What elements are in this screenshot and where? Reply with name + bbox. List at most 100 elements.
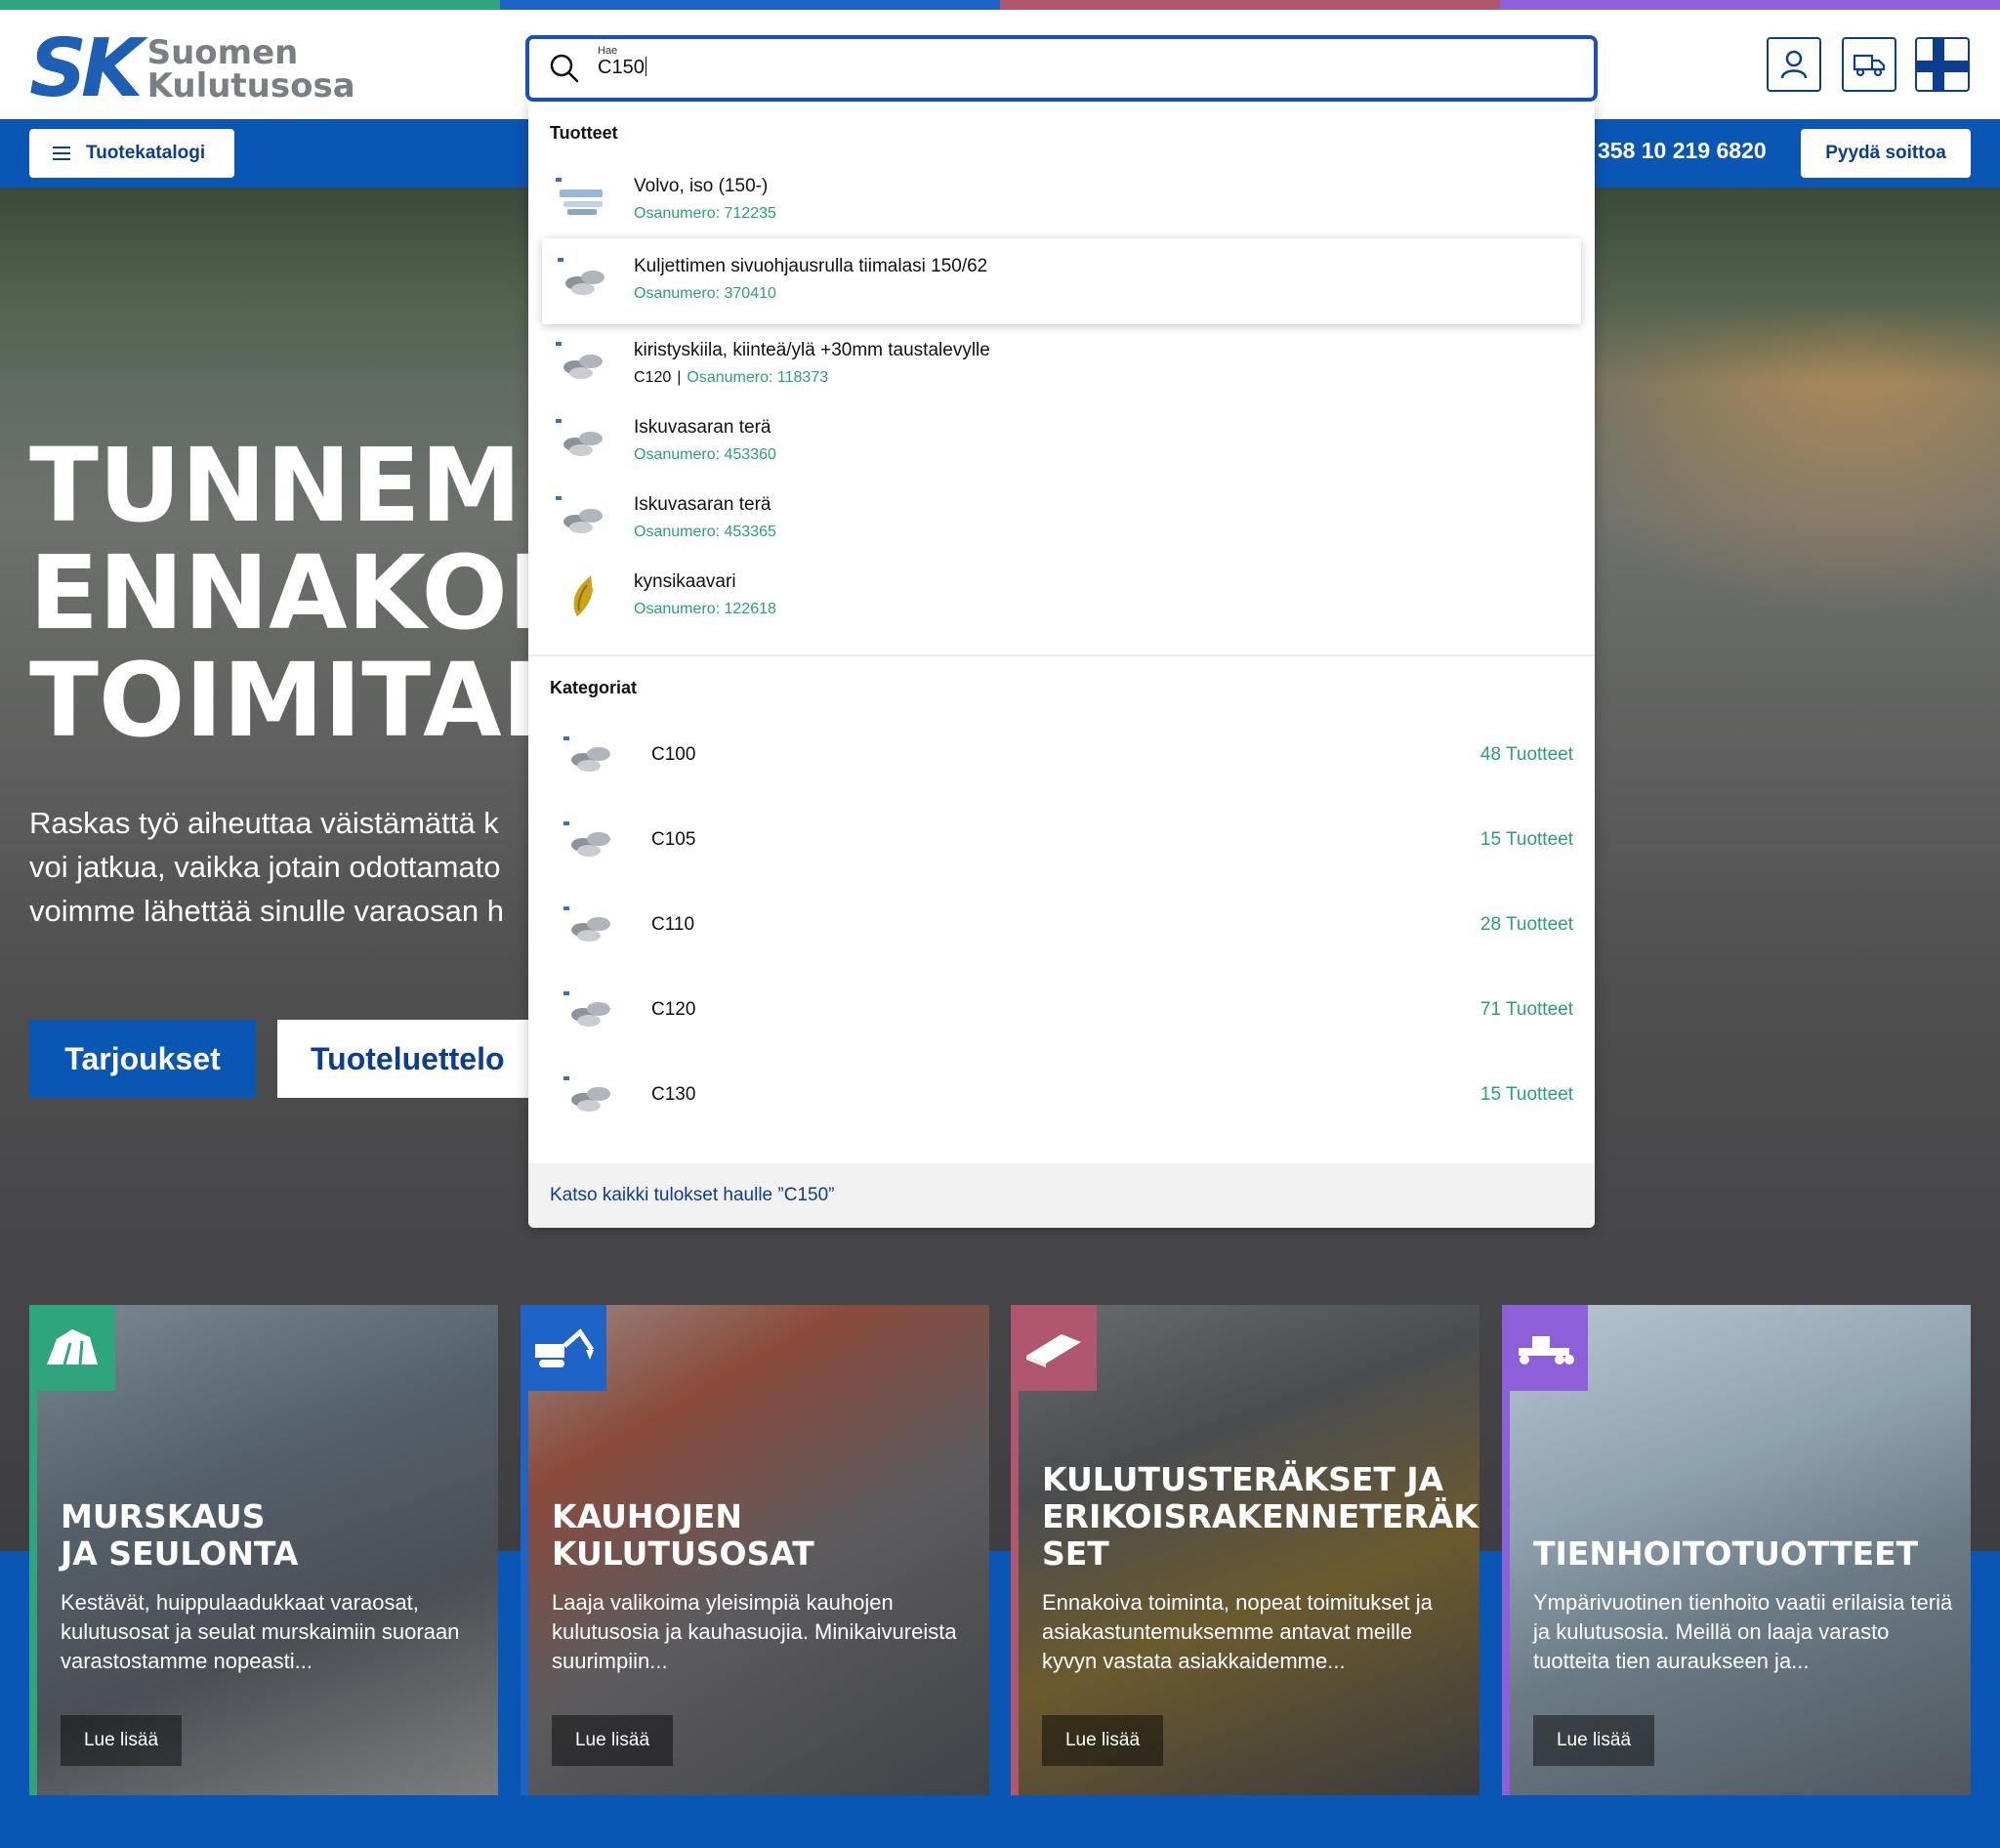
category-thumbnail xyxy=(563,906,610,942)
section-divider xyxy=(528,654,1595,656)
product-result-item[interactable]: Iskuvasaran terä Osanumero: 453360 xyxy=(528,403,1595,482)
menu-icon xyxy=(53,147,70,160)
logo-line-1: Suomen xyxy=(146,33,299,72)
category-card-road-maintenance[interactable]: TIENHOITOTUOTTEET Ympärivuotinen tienhoi… xyxy=(1502,1305,1971,1795)
crusher-rocks-icon xyxy=(29,1305,115,1391)
product-thumbnail xyxy=(573,575,593,616)
product-thumbnail xyxy=(556,178,603,215)
account-button[interactable] xyxy=(1767,37,1821,92)
hero-description: Raskas työ aiheuttaa väistämättä k voi j… xyxy=(29,801,529,933)
category-result-item[interactable]: C100 48 Tuotteet xyxy=(528,715,1595,799)
read-more-button[interactable]: Lue lisää xyxy=(1533,1715,1654,1766)
product-catalog-button[interactable]: Tuoteluettelo xyxy=(277,1020,529,1098)
see-all-results-link[interactable]: Katso kaikki tulokset haulle ”C150” xyxy=(550,1185,834,1206)
category-result-item[interactable]: C130 15 Tuotteet xyxy=(528,1055,1595,1139)
card-title: KULUTUSTERÄKSET JA ERIKOISRAKENNETERÄK S… xyxy=(1042,1460,1479,1573)
product-result-item-highlighted[interactable]: Kuljettimen sivuohjausrulla tiimalasi 15… xyxy=(542,238,1581,324)
product-name: kynsikaavari xyxy=(634,571,736,592)
product-name: Iskuvasaran terä xyxy=(634,494,771,515)
category-name: C130 xyxy=(651,1084,696,1105)
hero-title-line: TUNNEMI xyxy=(29,432,537,545)
logo-wordmark: Suomen Kulutusosa xyxy=(147,36,355,103)
see-all-results-bar: Katso kaikki tulokset haulle ”C150” xyxy=(528,1163,1595,1228)
phone-number[interactable]: 358 10 219 6820 xyxy=(1598,138,1767,164)
category-result-item[interactable]: C120 71 Tuotteet xyxy=(528,970,1595,1054)
category-count: 48 Tuotteet xyxy=(1479,744,1573,765)
category-thumbnail xyxy=(563,1076,610,1112)
product-thumbnail xyxy=(558,258,604,295)
product-result-item[interactable]: kynsikaavari Osanumero: 122618 xyxy=(528,558,1595,636)
brand-color-stripe xyxy=(0,0,2000,10)
offers-button[interactable]: Tarjoukset xyxy=(29,1020,256,1098)
category-thumbnail xyxy=(563,736,610,772)
read-more-button[interactable]: Lue lisää xyxy=(1042,1715,1163,1766)
search-query-text[interactable]: C150 xyxy=(598,57,646,79)
category-count: 15 Tuotteet xyxy=(1479,1084,1573,1105)
user-icon xyxy=(1780,50,1808,79)
card-title: TIENHOITOTUOTTEET xyxy=(1533,1534,1919,1573)
category-card-wear-steels[interactable]: KULUTUSTERÄKSET JA ERIKOISRAKENNETERÄK S… xyxy=(1011,1305,1479,1795)
category-name: C105 xyxy=(651,829,696,850)
category-count: 71 Tuotteet xyxy=(1479,999,1573,1020)
site-logo[interactable]: SK Suomen Kulutusosa xyxy=(29,22,355,115)
product-part-number: Osanumero: 122618 xyxy=(634,601,776,617)
read-more-button[interactable]: Lue lisää xyxy=(61,1715,182,1766)
card-description: Kestävät, huippulaadukkaat varaosat, kul… xyxy=(61,1590,460,1673)
card-description: Ympärivuotinen tienhoito vaatii erilaisi… xyxy=(1533,1590,1953,1673)
search-icon xyxy=(550,54,579,83)
product-part-number: C120 | Osanumero: 118373 xyxy=(634,369,829,386)
steel-plate-icon xyxy=(1011,1305,1097,1391)
read-more-button[interactable]: Lue lisää xyxy=(552,1715,673,1766)
category-card-crushing[interactable]: MURSKAUS JA SEULONTA Kestävät, huippulaa… xyxy=(29,1305,498,1795)
product-thumbnail xyxy=(556,419,603,456)
category-count: 15 Tuotteet xyxy=(1479,829,1573,850)
category-thumbnail xyxy=(563,991,610,1027)
product-result-item[interactable]: Iskuvasaran terä Osanumero: 453365 xyxy=(528,481,1595,559)
card-description: Laaja valikoima yleisimpiä kauhojen kulu… xyxy=(552,1590,957,1673)
product-result-item[interactable]: Volvo, iso (150-) Osanumero: 712235 xyxy=(528,162,1595,240)
product-part-number: Osanumero: 370410 xyxy=(634,285,776,302)
product-part-number: Osanumero: 453360 xyxy=(634,446,776,463)
search-floating-label: Hae xyxy=(598,45,618,57)
category-thumbnail xyxy=(563,821,610,857)
hero-title: TUNNEMI ENNAKOI TOIMITAM xyxy=(29,432,537,754)
category-count: 28 Tuotteet xyxy=(1479,914,1573,935)
hero-title-line: TOIMITAM xyxy=(29,641,537,754)
product-thumbnail xyxy=(556,496,603,533)
product-name: Volvo, iso (150-) xyxy=(634,176,769,196)
category-card-bucket-parts[interactable]: KAUHOJEN KULUTUSOSAT Laaja valikoima yle… xyxy=(521,1305,989,1795)
excavator-icon xyxy=(521,1305,606,1391)
hero-text-line: voimme lähettää sinulle varaosan h xyxy=(29,894,504,928)
language-selector[interactable] xyxy=(1915,37,1970,92)
card-description: Ennakoiva toiminta, nopeat toimitukset j… xyxy=(1042,1590,1433,1673)
search-results-dropdown: Tuotteet Volvo, iso (150-) Osanumero: 71… xyxy=(528,102,1595,1228)
logo-line-2: Kulutusosa xyxy=(146,66,355,105)
road-grader-icon xyxy=(1502,1305,1588,1391)
search-input[interactable]: Hae C150 xyxy=(525,35,1598,102)
request-call-button[interactable]: Pyydä soittoa xyxy=(1801,129,1971,178)
category-result-item[interactable]: C105 15 Tuotteet xyxy=(528,800,1595,884)
hero-title-line: ENNAKOI xyxy=(29,533,537,652)
logo-mark: SK xyxy=(29,22,144,115)
products-section-title: Tuotteet xyxy=(550,123,618,143)
categories-section-title: Kategoriat xyxy=(550,678,638,697)
catalog-menu-label: Tuotekatalogi xyxy=(86,143,206,163)
product-name: Kuljettimen sivuohjausrulla tiimalasi 15… xyxy=(634,256,988,276)
hero-text-line: voi jatkua, vaikka jotain odottamato xyxy=(29,850,501,884)
card-title: KAUHOJEN KULUTUSOSAT xyxy=(552,1497,814,1573)
product-name: Iskuvasaran terä xyxy=(634,417,771,438)
cart-button[interactable] xyxy=(1842,37,1896,92)
product-part-number: Osanumero: 712235 xyxy=(634,205,776,222)
delivery-truck-icon xyxy=(1853,54,1886,77)
hero-text-line: Raskas työ aiheuttaa väistämättä k xyxy=(29,806,499,840)
category-result-item[interactable]: C110 28 Tuotteet xyxy=(528,885,1595,969)
product-thumbnail xyxy=(556,342,603,379)
catalog-menu-button[interactable]: Tuotekatalogi xyxy=(29,129,234,178)
category-name: C120 xyxy=(651,999,696,1020)
product-name: kiristyskiila, kiinteä/ylä +30mm taustal… xyxy=(634,340,990,360)
category-name: C100 xyxy=(651,744,696,765)
product-result-item[interactable]: kiristyskiila, kiinteä/ylä +30mm taustal… xyxy=(528,326,1595,404)
card-title: MURSKAUS JA SEULONTA xyxy=(61,1497,299,1573)
product-part-number: Osanumero: 453365 xyxy=(634,524,776,540)
category-name: C110 xyxy=(651,914,695,935)
